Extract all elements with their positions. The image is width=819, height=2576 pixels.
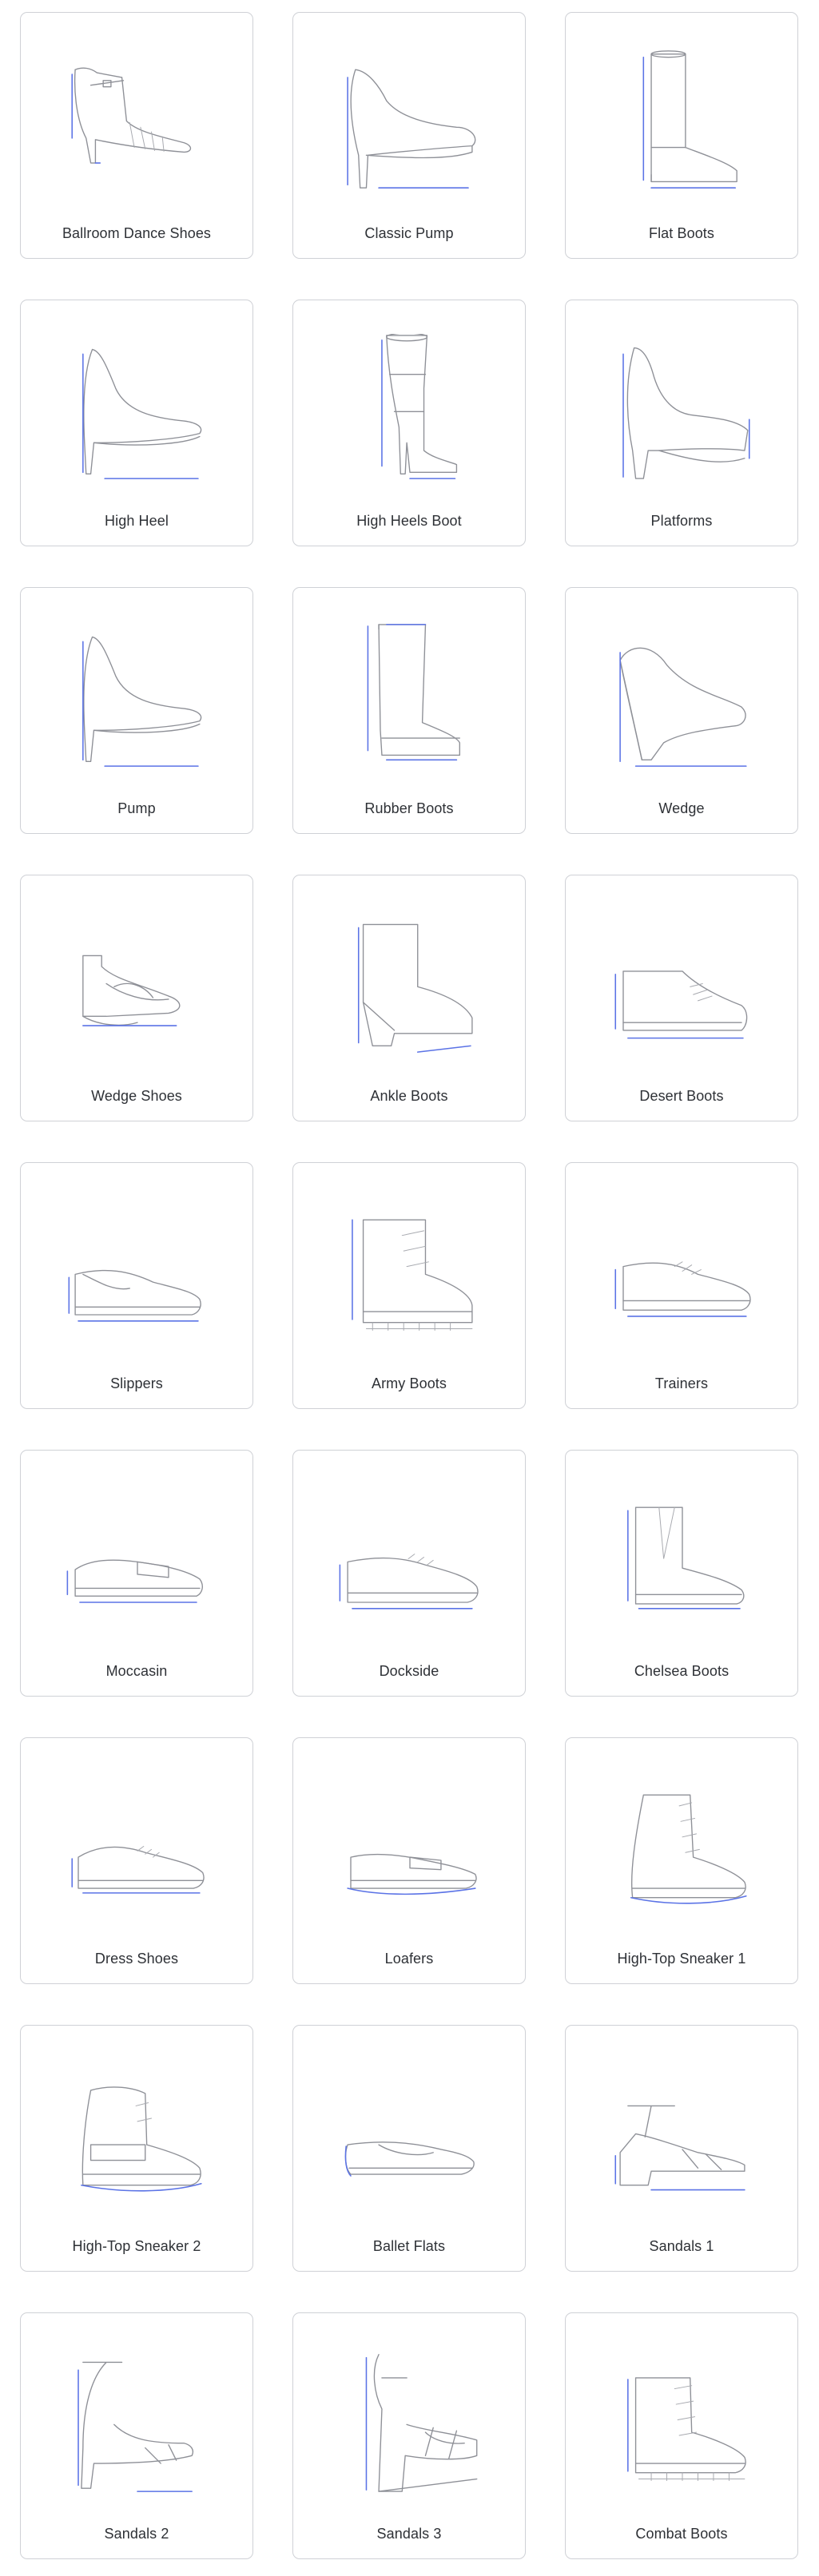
sandals-2-icon — [78, 2361, 194, 2492]
ballroom-dance-shoe-icon — [71, 67, 192, 164]
shoe-card-label: High-Top Sneaker 1 — [617, 1951, 746, 1967]
army-boots-icon — [352, 1219, 473, 1331]
shoe-card[interactable]: Flat Boots — [565, 12, 798, 259]
loafers-icon — [347, 1853, 477, 1895]
chelsea-boots-icon — [627, 1506, 745, 1610]
moccasin-icon — [66, 1559, 203, 1603]
shoe-card-label: Ballroom Dance Shoes — [62, 225, 212, 241]
shoe-card-label: Chelsea Boots — [634, 1663, 730, 1679]
shoe-card-label: Combat Boots — [635, 2526, 728, 2542]
shoe-card[interactable]: Army Boots — [292, 1162, 526, 1409]
shoe-card-label: Dockside — [379, 1663, 439, 1679]
shoe-card-label: Sandals 3 — [376, 2526, 442, 2542]
classic-pump-icon — [347, 69, 476, 189]
trainers-icon — [614, 1261, 751, 1317]
shoe-card-label: Dress Shoes — [94, 1951, 179, 1967]
shoe-card-label: High-Top Sneaker 2 — [72, 2238, 201, 2254]
shoe-card[interactable]: Dress Shoes — [20, 1737, 253, 1984]
high-top-sneaker-2-icon — [81, 2086, 202, 2192]
shoe-card[interactable]: Rubber Boots — [292, 587, 526, 834]
shoe-card-label: Trainers — [654, 1375, 709, 1391]
shoe-card-label: Platforms — [650, 513, 713, 529]
shoe-card[interactable]: Sandals 2 — [20, 2312, 253, 2559]
desert-boots-icon — [614, 970, 748, 1039]
wedge-icon — [619, 647, 747, 767]
shoe-card[interactable]: Desert Boots — [565, 875, 798, 1121]
shoe-card-label: Sandals 2 — [104, 2526, 169, 2542]
high-heel-icon — [82, 348, 202, 479]
shoe-card-label: Sandals 1 — [649, 2238, 714, 2254]
shoe-card-label: Moccasin — [105, 1663, 168, 1679]
shoe-card-label: High Heels Boot — [356, 513, 462, 529]
shoe-card-label: Pump — [117, 800, 156, 816]
combat-boots-icon — [627, 2377, 746, 2481]
sandals-3-icon — [365, 2354, 478, 2492]
slippers-icon — [68, 1269, 201, 1322]
shoe-card[interactable]: Classic Pump — [292, 12, 526, 259]
shoe-card-label: Desert Boots — [639, 1088, 724, 1104]
high-heels-boot-icon — [381, 334, 458, 479]
ankle-boots-icon — [357, 923, 473, 1053]
shoe-card-label: Slippers — [110, 1375, 163, 1391]
shoe-card[interactable]: Ankle Boots — [292, 875, 526, 1121]
ballet-flats-icon — [344, 2141, 475, 2177]
shoe-card[interactable]: Dockside — [292, 1450, 526, 1697]
shoe-card[interactable]: Sandals 1 — [565, 2025, 798, 2272]
shoe-card-label: Classic Pump — [364, 225, 454, 241]
shoe-card[interactable]: Pump — [20, 587, 253, 834]
shoe-card-label: Army Boots — [371, 1375, 447, 1391]
shoe-card[interactable]: Platforms — [565, 300, 798, 546]
pump-icon — [82, 636, 202, 767]
shoe-card[interactable]: Ballet Flats — [292, 2025, 526, 2272]
dress-shoes-icon — [71, 1845, 205, 1894]
shoe-card-label: Ankle Boots — [370, 1088, 448, 1104]
shoe-card-label: Loafers — [384, 1951, 434, 1967]
wedge-shoes-icon — [82, 955, 181, 1026]
shoe-card[interactable]: Slippers — [20, 1162, 253, 1409]
shoe-card[interactable]: High-Top Sneaker 1 — [565, 1737, 798, 1984]
shoe-card[interactable]: Loafers — [292, 1737, 526, 1984]
dockside-icon — [339, 1554, 479, 1610]
shoe-card[interactable]: High Heels Boot — [292, 300, 526, 546]
shoe-card[interactable]: Moccasin — [20, 1450, 253, 1697]
high-top-sneaker-1-icon — [630, 1794, 747, 1904]
shoe-card[interactable]: High Heel — [20, 300, 253, 546]
flat-boots-icon — [642, 50, 737, 189]
sandals-1-icon — [614, 2105, 745, 2191]
rubber-boots-icon — [367, 624, 460, 761]
shoe-card[interactable]: Chelsea Boots — [565, 1450, 798, 1697]
platforms-icon — [622, 347, 750, 479]
shoe-card-label: Wedge — [658, 800, 705, 816]
shoe-card-label: High Heel — [105, 513, 169, 529]
shoe-card-label: Flat Boots — [648, 225, 715, 241]
shoe-card[interactable]: Trainers — [565, 1162, 798, 1409]
shoe-card[interactable]: Wedge Shoes — [20, 875, 253, 1121]
shoe-type-grid: Ballroom Dance Shoes Classic Pump Flat B… — [0, 0, 819, 2576]
shoe-card[interactable]: Wedge — [565, 587, 798, 834]
shoe-card[interactable]: Sandals 3 — [292, 2312, 526, 2559]
shoe-card[interactable]: Ballroom Dance Shoes — [20, 12, 253, 259]
shoe-card-label: Wedge Shoes — [91, 1088, 182, 1104]
shoe-card-label: Rubber Boots — [364, 800, 454, 816]
shoe-card[interactable]: High-Top Sneaker 2 — [20, 2025, 253, 2272]
shoe-card[interactable]: Combat Boots — [565, 2312, 798, 2559]
shoe-card-label: Ballet Flats — [372, 2238, 446, 2254]
